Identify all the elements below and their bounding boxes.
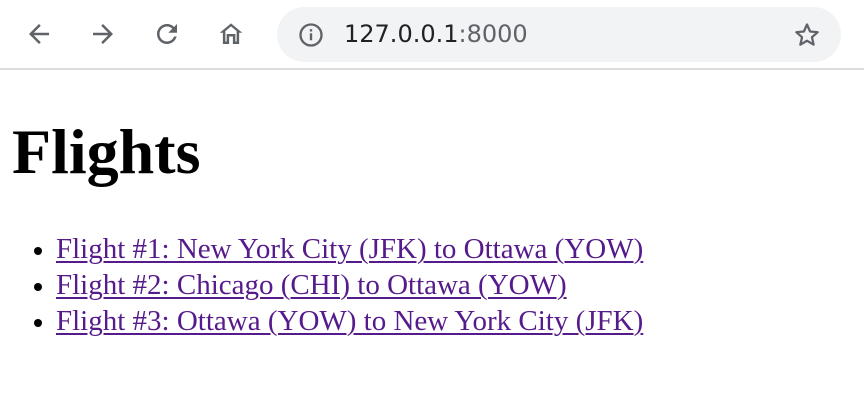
address-url[interactable]: 127.0.0.1:8000 (344, 20, 528, 48)
forward-button[interactable] (83, 14, 123, 54)
flight-list: Flight #1: New York City (JFK) to Ottawa… (0, 231, 643, 339)
flight-link-3[interactable]: Flight #3: Ottawa (YOW) to New York City… (56, 305, 643, 337)
site-info-button[interactable] (297, 21, 325, 49)
browser-toolbar: 127.0.0.1:8000 (0, 0, 864, 70)
address-bar[interactable]: 127.0.0.1:8000 (277, 7, 841, 62)
flight-link-1[interactable]: Flight #1: New York City (JFK) to Ottawa… (56, 233, 643, 265)
url-host: 127.0.0.1 (344, 20, 459, 48)
info-icon (299, 23, 323, 47)
flight-link-2[interactable]: Flight #2: Chicago (CHI) to Ottawa (YOW) (56, 269, 567, 301)
list-item: Flight #3: Ottawa (YOW) to New York City… (56, 303, 643, 339)
home-button[interactable] (211, 14, 251, 54)
arrow-left-icon (29, 24, 49, 44)
bookmark-button[interactable] (791, 19, 823, 51)
page-title: Flights (12, 116, 201, 187)
star-icon (795, 23, 819, 46)
url-port: :8000 (458, 20, 528, 48)
arrow-right-icon (93, 24, 113, 44)
list-item: Flight #2: Chicago (CHI) to Ottawa (YOW) (56, 267, 643, 303)
reload-icon (157, 24, 177, 44)
back-button[interactable] (19, 14, 59, 54)
page-content: Flights Flight #1: New York City (JFK) t… (0, 70, 864, 406)
list-item: Flight #1: New York City (JFK) to Ottawa… (56, 231, 643, 267)
reload-button[interactable] (147, 14, 187, 54)
home-icon (219, 23, 243, 44)
